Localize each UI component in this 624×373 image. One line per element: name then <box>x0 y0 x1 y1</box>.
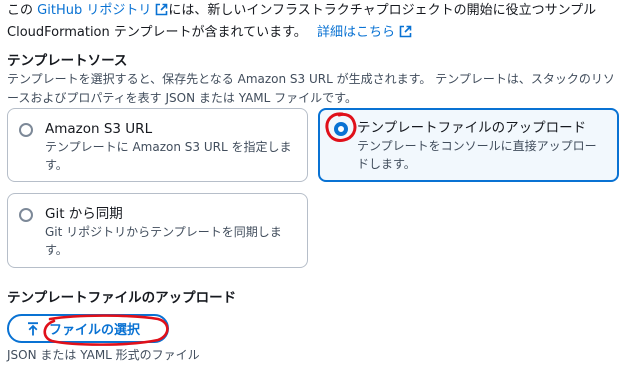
file-format-hint: JSON または YAML 形式のファイル <box>7 348 200 362</box>
external-link-icon[interactable] <box>155 3 168 16</box>
option-label: Amazon S3 URL <box>45 121 153 137</box>
upload-arrow-icon <box>28 321 38 335</box>
learn-more-link[interactable]: 詳細はこちら <box>317 25 395 40</box>
intro-text: この GitHub リポジトリ には、新しいインフラストラクチャプロジェクトの開始… <box>7 0 619 44</box>
upload-title: テンプレートファイルのアップロード <box>7 290 237 306</box>
github-repo-link[interactable]: GitHub リポジトリ <box>37 3 151 18</box>
radio-amazon-s3-url[interactable] <box>19 123 33 137</box>
option-upload-template-file[interactable]: テンプレートファイルのアップロード テンプレートをコンソールに直接アップロードし… <box>318 108 619 182</box>
choose-file-button[interactable]: ファイルの選択 <box>7 314 169 343</box>
external-link-icon[interactable] <box>399 25 412 38</box>
option-label: テンプレートファイルのアップロード <box>357 120 587 136</box>
intro-prefix: この <box>7 3 34 18</box>
option-description: Git リポジトリからテンプレートを同期します。 <box>45 225 282 257</box>
template-source-description: テンプレートを選択すると、保存先となる Amazon S3 URL が生成されま… <box>7 72 615 105</box>
radio-upload-template-file[interactable] <box>334 122 348 136</box>
choose-file-label: ファイルの選択 <box>49 323 141 338</box>
option-amazon-s3-url[interactable]: Amazon S3 URL テンプレートに Amazon S3 URL を指定し… <box>7 108 308 182</box>
option-description: テンプレートに Amazon S3 URL を指定します。 <box>45 140 292 172</box>
option-description: テンプレートをコンソールに直接アップロードします。 <box>357 139 597 171</box>
option-git-sync[interactable]: Git から同期 Git リポジトリからテンプレートを同期します。 <box>7 193 308 268</box>
template-source-title: テンプレートソース <box>7 53 128 69</box>
option-label: Git から同期 <box>45 206 123 222</box>
radio-git-sync[interactable] <box>19 208 33 222</box>
